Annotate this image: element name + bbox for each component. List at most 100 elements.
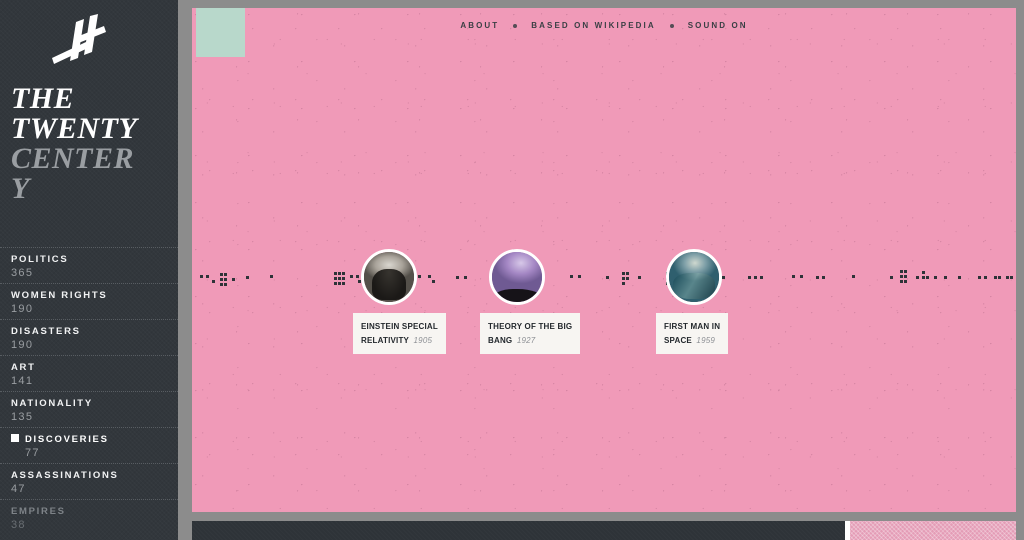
timeline-dot[interactable]	[456, 276, 459, 279]
timeline-dot[interactable]	[220, 278, 223, 281]
event-title-text: EINSTEIN SPECIAL	[361, 322, 438, 331]
category-count: 190	[11, 303, 34, 315]
sidebar-item-empires[interactable]: EMPIRES 38	[0, 499, 178, 535]
timeline-dot[interactable]	[760, 276, 763, 279]
timeline-dot[interactable]	[926, 276, 929, 279]
sidebar-item-discoveries[interactable]: DISCOVERIES 77	[0, 427, 178, 463]
timeline-dot[interactable]	[904, 270, 907, 273]
timeline-dot[interactable]	[994, 276, 997, 279]
timeline-dot[interactable]	[754, 276, 757, 279]
timeline-scrubber[interactable]	[192, 519, 1024, 540]
category-label-text: ART	[11, 362, 36, 373]
timeline-dot[interactable]	[822, 276, 825, 279]
sidebar-item-women-rights[interactable]: WOMEN RIGHTS 190	[0, 283, 178, 319]
timeline-dot[interactable]	[578, 275, 581, 278]
category-label: DISASTERS	[11, 320, 178, 337]
event-label[interactable]: EINSTEIN SPECIAL RELATIVITY 1905	[353, 313, 446, 354]
timeline-dot[interactable]	[1010, 276, 1013, 279]
timeline-dot[interactable]	[246, 276, 249, 279]
event-title-text-cont: RELATIVITY	[361, 336, 410, 345]
timeline-dot[interactable]	[944, 276, 947, 279]
event-thumbnail[interactable]	[489, 249, 545, 305]
timeline-dot[interactable]	[622, 277, 625, 280]
timeline-dot[interactable]	[638, 276, 641, 279]
timeline-dot[interactable]	[904, 275, 907, 278]
timeline-dot[interactable]	[816, 276, 819, 279]
timeline-dot[interactable]	[622, 282, 625, 285]
timeline-dot[interactable]	[220, 283, 223, 286]
timeline-dot[interactable]	[626, 272, 629, 275]
logo[interactable]	[52, 14, 118, 66]
timeline-dot[interactable]	[350, 275, 353, 278]
timeline-dot[interactable]	[432, 280, 435, 283]
timeline-dot[interactable]	[224, 278, 227, 281]
app-root: THE TWENTY CENTER Y POLITICS 365 WOMEN RIG…	[0, 0, 1024, 540]
scrubber-thumb[interactable]	[845, 521, 1024, 540]
timeline-dot[interactable]	[338, 282, 341, 285]
timeline-dot[interactable]	[570, 275, 573, 278]
category-count: 38	[11, 519, 26, 531]
timeline-dot[interactable]	[212, 280, 215, 283]
sidebar-item-politics[interactable]: POLITICS 365	[0, 247, 178, 283]
timeline-dot[interactable]	[206, 275, 209, 278]
timeline[interactable]: EINSTEIN SPECIAL RELATIVITY 1905 THEORY OF…	[192, 8, 1016, 512]
sidebar-item-nationality[interactable]: NATIONALITY 135	[0, 391, 178, 427]
timeline-dot[interactable]	[342, 282, 345, 285]
timeline-dot[interactable]	[978, 276, 981, 279]
timeline-dot[interactable]	[748, 276, 751, 279]
timeline-dot[interactable]	[606, 276, 609, 279]
timeline-dot[interactable]	[232, 278, 235, 281]
timeline-dot[interactable]	[334, 277, 337, 280]
timeline-dot[interactable]	[722, 276, 725, 279]
sidebar-item-art[interactable]: ART 141	[0, 355, 178, 391]
sidebar-item-disasters[interactable]: DISASTERS 190	[0, 319, 178, 355]
event-image-einstein-portrait	[364, 252, 414, 302]
timeline-dot[interactable]	[900, 275, 903, 278]
timeline-dot[interactable]	[904, 280, 907, 283]
timeline-dot[interactable]	[998, 276, 1001, 279]
timeline-dot[interactable]	[342, 272, 345, 275]
timeline-dot[interactable]	[984, 276, 987, 279]
timeline-dot[interactable]	[342, 277, 345, 280]
timeline-dot[interactable]	[334, 272, 337, 275]
event-thumbnail[interactable]	[361, 249, 417, 305]
timeline-dot[interactable]	[900, 270, 903, 273]
timeline-dot[interactable]	[464, 276, 467, 279]
timeline-dot[interactable]	[890, 276, 893, 279]
timeline-dot[interactable]	[270, 275, 273, 278]
event-title-line-2: BANG 1927	[488, 333, 572, 347]
event-image-big-bang-nebula	[492, 252, 542, 302]
category-label-text: NATIONALITY	[11, 398, 93, 409]
timeline-dot[interactable]	[900, 280, 903, 283]
timeline-dot[interactable]	[224, 273, 227, 276]
timeline-dot[interactable]	[334, 282, 337, 285]
timeline-dot[interactable]	[428, 275, 431, 278]
timeline-dot[interactable]	[934, 276, 937, 279]
timeline-dot[interactable]	[626, 277, 629, 280]
timeline-dot[interactable]	[200, 275, 203, 278]
category-count: 141	[11, 375, 34, 387]
timeline-dot[interactable]	[356, 275, 359, 278]
event-label[interactable]: FIRST MAN IN SPACE 1959	[656, 313, 729, 354]
scrubber-handle-left[interactable]	[845, 521, 850, 540]
timeline-dot[interactable]	[418, 275, 421, 278]
timeline-dot[interactable]	[220, 273, 223, 276]
timeline-dot[interactable]	[922, 271, 925, 274]
brand-line-3: CENTER	[11, 142, 135, 175]
event-thumbnail[interactable]	[666, 249, 722, 305]
timeline-dot[interactable]	[922, 276, 925, 279]
timeline-dot[interactable]	[622, 272, 625, 275]
event-label[interactable]: THEORY OF THE BIG BANG 1927	[480, 313, 581, 354]
abstract-bars-logo-icon	[52, 14, 106, 64]
timeline-dot[interactable]	[852, 275, 855, 278]
timeline-dot[interactable]	[224, 283, 227, 286]
sidebar-item-assassinations[interactable]: ASSASSINATIONS 47	[0, 463, 178, 499]
timeline-dot[interactable]	[916, 276, 919, 279]
timeline-dot[interactable]	[338, 272, 341, 275]
timeline-dot[interactable]	[792, 275, 795, 278]
timeline-stage: ABOUT BASED ON WIKIPEDIA SOUND ON EINSTEIN…	[192, 8, 1016, 512]
timeline-dot[interactable]	[1006, 276, 1009, 279]
timeline-dot[interactable]	[800, 275, 803, 278]
timeline-dot[interactable]	[338, 277, 341, 280]
timeline-dot[interactable]	[958, 276, 961, 279]
